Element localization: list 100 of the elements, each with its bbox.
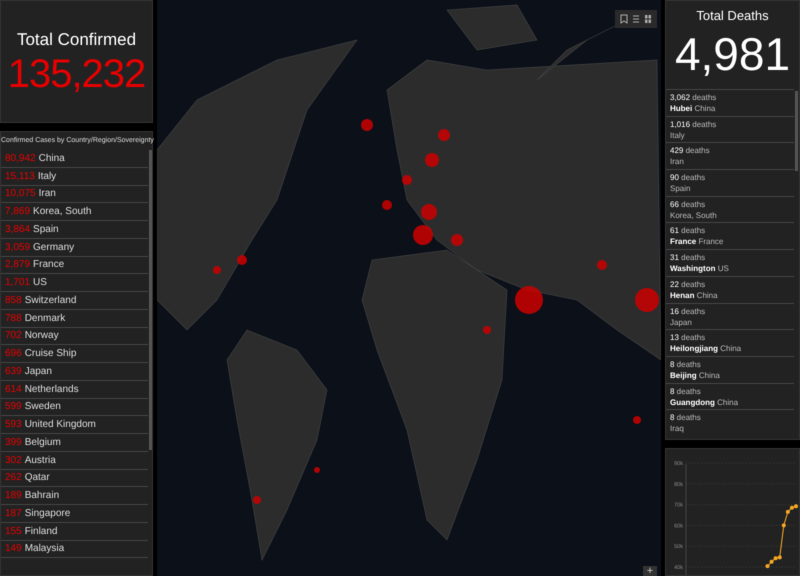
country-name: United Kingdom bbox=[24, 419, 96, 430]
total-confirmed-title: Total Confirmed bbox=[16, 30, 136, 50]
country-row[interactable]: 10,075 Iran bbox=[1, 186, 148, 204]
zoom-in-button[interactable]: + bbox=[643, 566, 657, 576]
death-count: 429 deaths bbox=[670, 145, 711, 156]
death-location: Guangdong China bbox=[670, 396, 740, 408]
country-row[interactable]: 149 Malaysia bbox=[1, 540, 148, 558]
country-row[interactable]: 80,942 China bbox=[1, 150, 148, 168]
case-count: 3,059 bbox=[5, 242, 30, 253]
death-count: 90 deaths bbox=[670, 172, 706, 184]
death-row[interactable]: 22 deaths Henan China bbox=[666, 276, 794, 302]
country-row[interactable]: 599 Sweden bbox=[1, 398, 148, 416]
country-name: Korea, South bbox=[33, 206, 92, 218]
case-count: 639 bbox=[5, 366, 22, 377]
total-confirmed-value: 135,232 bbox=[8, 54, 146, 94]
death-row[interactable]: 31 deaths Washington US bbox=[666, 249, 794, 276]
case-count: 599 bbox=[5, 401, 22, 412]
case-count: 696 bbox=[5, 348, 22, 360]
death-count: 16 deaths bbox=[670, 306, 706, 316]
country-name: Iran bbox=[38, 188, 56, 200]
country-name: Spain bbox=[33, 224, 59, 235]
country-row[interactable]: 262 Qatar bbox=[1, 470, 148, 488]
country-row[interactable]: 15,113 Italy bbox=[1, 168, 148, 186]
country-name: Norway bbox=[24, 330, 59, 342]
death-location: France France bbox=[670, 236, 724, 248]
country-name: Malaysia bbox=[24, 543, 64, 554]
country-name: US bbox=[33, 277, 47, 288]
country-row[interactable]: 302 Austria bbox=[1, 452, 148, 470]
country-name: Japan bbox=[24, 366, 52, 377]
death-count: 8 deaths bbox=[670, 386, 702, 397]
death-location: Heilongjiang China bbox=[670, 343, 742, 354]
death-location: Japan bbox=[670, 316, 693, 328]
death-location: Beijing China bbox=[670, 370, 721, 381]
country-row[interactable]: 639 Japan bbox=[1, 363, 148, 381]
country-row[interactable]: 3,864 Spain bbox=[1, 221, 148, 239]
scrollbar[interactable] bbox=[149, 150, 152, 450]
death-row[interactable]: 61 deaths France France bbox=[666, 222, 794, 250]
case-count: 187 bbox=[5, 508, 22, 519]
total-deaths-title: Total Deaths bbox=[695, 8, 770, 23]
country-row[interactable]: 187 Singapore bbox=[1, 505, 148, 523]
death-row[interactable]: 13 deaths Heilongjiang China bbox=[666, 329, 794, 356]
list-icon[interactable] bbox=[632, 14, 640, 24]
case-count: 155 bbox=[5, 526, 22, 537]
country-name: Switzerland bbox=[24, 294, 76, 306]
death-row[interactable]: 429 deaths Iran bbox=[666, 142, 794, 170]
country-row[interactable]: 1,701 US bbox=[1, 274, 148, 292]
country-name: Denmark bbox=[24, 312, 66, 324]
country-name: Austria bbox=[24, 454, 56, 466]
country-name: Italy bbox=[38, 170, 56, 182]
grid-icon[interactable] bbox=[644, 14, 652, 24]
death-count: 61 deaths bbox=[670, 225, 706, 236]
death-count: 1,016 deaths bbox=[670, 118, 718, 130]
death-row[interactable]: 90 deaths Spain bbox=[666, 169, 794, 196]
case-count: 10,075 bbox=[5, 188, 36, 200]
country-row[interactable]: 696 Cruise Ship bbox=[1, 345, 148, 363]
death-row[interactable]: 1,016 deaths Italy bbox=[666, 116, 794, 142]
case-count: 2,879 bbox=[5, 259, 30, 270]
case-count: 614 bbox=[5, 384, 22, 395]
death-location: Korea, South bbox=[670, 210, 718, 221]
case-count: 1,701 bbox=[5, 277, 30, 288]
case-count: 149 bbox=[5, 543, 22, 554]
death-location: Washington US bbox=[670, 263, 730, 274]
country-row[interactable]: 702 Norway bbox=[1, 328, 148, 346]
country-row[interactable]: 399 Belgium bbox=[1, 434, 148, 452]
country-row[interactable]: 3,059 Germany bbox=[1, 238, 148, 256]
death-location: Italy bbox=[670, 130, 686, 141]
bookmark-icon[interactable] bbox=[620, 14, 628, 24]
country-row[interactable]: 2,879 France bbox=[1, 256, 148, 274]
death-row[interactable]: 8 deaths Iraq bbox=[666, 409, 794, 436]
death-row[interactable]: 66 deaths Korea, South bbox=[666, 196, 794, 222]
country-row[interactable]: 858 Switzerland bbox=[1, 292, 148, 310]
scrollbar[interactable] bbox=[795, 91, 798, 171]
data-point bbox=[782, 523, 786, 528]
country-name: Cruise Ship bbox=[24, 348, 76, 360]
death-location: Hubei China bbox=[670, 103, 716, 114]
death-location: Spain bbox=[670, 183, 692, 194]
case-count: 80,942 bbox=[5, 152, 36, 164]
death-row[interactable]: 8 deaths Guangdong China bbox=[666, 382, 794, 410]
country-row[interactable]: 155 Finland bbox=[1, 522, 148, 540]
country-name: Singapore bbox=[24, 508, 70, 519]
death-row[interactable]: 3,062 deaths Hubei China bbox=[666, 89, 794, 116]
death-row[interactable]: 16 deaths Japan bbox=[666, 302, 794, 330]
death-location: Iran bbox=[670, 156, 685, 168]
death-count: 8 deaths bbox=[670, 412, 702, 424]
case-count: 189 bbox=[5, 490, 22, 502]
country-name: Qatar bbox=[24, 472, 50, 484]
death-row[interactable]: 8 deaths Beijing China bbox=[666, 356, 794, 383]
country-row[interactable]: 788 Denmark bbox=[1, 310, 148, 328]
death-count: 13 deaths bbox=[670, 332, 706, 344]
case-count: 702 bbox=[5, 330, 22, 342]
country-row[interactable]: 189 Bahrain bbox=[1, 487, 148, 505]
country-row[interactable]: 614 Netherlands bbox=[1, 380, 148, 398]
country-row[interactable]: 7,869 Korea, South bbox=[1, 203, 148, 221]
country-name: Finland bbox=[24, 526, 58, 537]
country-name: Netherlands bbox=[24, 384, 79, 395]
country-name: China bbox=[38, 152, 65, 164]
death-count: 8 deaths bbox=[670, 358, 702, 370]
country-row[interactable]: 593 United Kingdom bbox=[1, 416, 148, 434]
total-deaths-value: 4,981 bbox=[674, 31, 792, 77]
case-count: 3,864 bbox=[5, 224, 30, 235]
